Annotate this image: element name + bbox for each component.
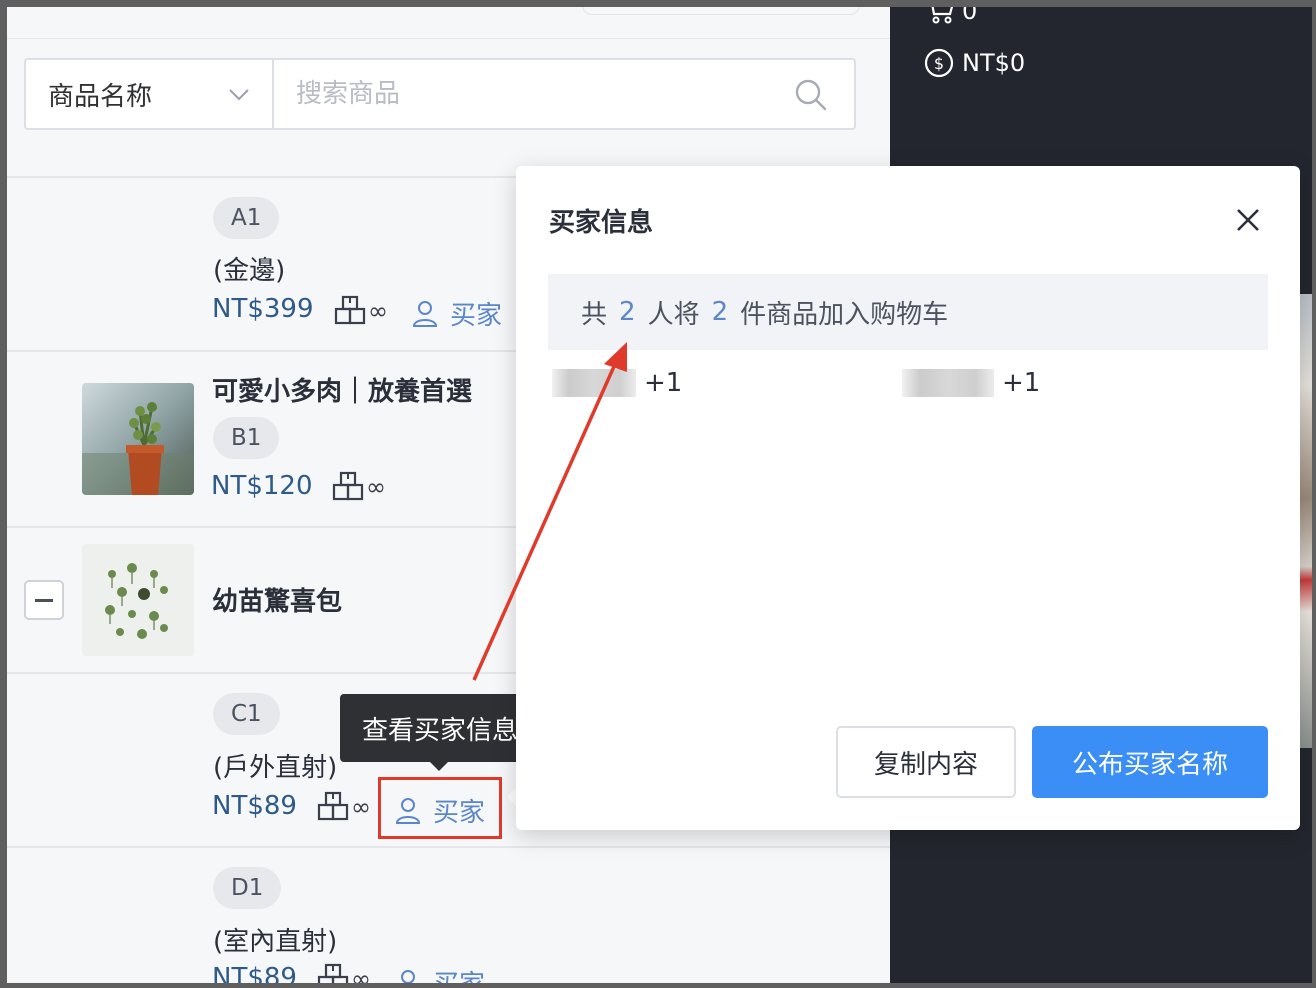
variant-badge: A1	[213, 197, 280, 239]
row-divider	[7, 846, 890, 848]
stock-indicator: ∞	[317, 963, 371, 983]
user-icon	[401, 969, 415, 983]
popover-caret	[507, 788, 516, 806]
balance-amount: NT$0	[962, 49, 1026, 77]
buyer-link-label: 买家	[433, 964, 485, 983]
product-thumbnail[interactable]	[82, 383, 194, 495]
publish-buyer-names-button[interactable]: 公布买家名称	[1032, 726, 1268, 798]
popover-title: 买家信息	[549, 208, 654, 238]
search-field-label: 商品名称	[48, 81, 153, 112]
variant-badge: C1	[213, 693, 280, 735]
variant-option: (室內直射)	[213, 927, 338, 957]
view-buyers-link[interactable]: 买家	[395, 964, 485, 983]
blurred-buyer-name	[552, 369, 636, 397]
potted-plant-image	[82, 383, 194, 495]
collapse-toggle-button[interactable]	[24, 580, 64, 620]
svg-text:$: $	[934, 54, 944, 73]
variant-option: (金邊)	[213, 256, 286, 286]
top-tab-edge	[582, 7, 860, 15]
buyer-entry: +1	[902, 368, 1040, 398]
summary-people-count: 2	[619, 297, 636, 327]
stock-indicator: ∞	[332, 471, 386, 503]
close-icon[interactable]	[1234, 206, 1262, 234]
stock-count: ∞	[368, 297, 388, 325]
seedlings-flatlay-image	[82, 544, 194, 656]
stock-indicator: ∞	[317, 791, 371, 823]
variant-price: NT$89	[212, 963, 297, 983]
dollar-coin-icon: $	[924, 48, 954, 78]
cart-icon	[930, 0, 955, 24]
buyer-quantity: +1	[1002, 368, 1041, 398]
user-icon	[412, 300, 438, 327]
variant-option: (戶外直射)	[213, 753, 338, 783]
boxes-icon	[317, 963, 349, 983]
stock-count: ∞	[351, 793, 371, 821]
background-photo-edge	[1299, 294, 1316, 748]
buyer-info-popover: 买家信息 共 2 人将 2 件商品加入购物车 +1 +1 复制内容 公布买家名称	[516, 166, 1300, 830]
buyer-entry: +1	[552, 368, 682, 398]
variant-price: NT$399	[212, 294, 314, 324]
summary-item-count: 2	[711, 297, 729, 327]
product-title: 可愛小多肉｜放養首選	[212, 377, 473, 407]
cart-summary[interactable]: 0	[922, 0, 977, 28]
search-icon[interactable]	[794, 78, 828, 112]
annotation-highlight-box	[378, 777, 502, 839]
product-thumbnail[interactable]	[82, 544, 194, 656]
tooltip: 查看买家信息	[340, 694, 540, 762]
boxes-icon	[332, 471, 364, 501]
cart-count: 0	[962, 0, 978, 25]
search-bar: 商品名称	[24, 58, 856, 130]
stock-indicator: ∞	[334, 295, 388, 327]
search-field-select[interactable]: 商品名称	[26, 60, 274, 128]
chevron-down-icon	[229, 89, 249, 101]
summary-middle: 人将	[647, 299, 700, 330]
variant-badge: B1	[213, 417, 280, 459]
buyer-summary: 共 2 人将 2 件商品加入购物车	[548, 274, 1268, 350]
stock-count: ∞	[351, 965, 371, 983]
summary-prefix: 共	[581, 299, 608, 330]
buyer-link-label: 买家	[450, 301, 503, 331]
variant-badge: D1	[213, 867, 282, 909]
view-buyers-link[interactable]: 买家	[412, 295, 502, 332]
boxes-icon	[317, 791, 349, 821]
divider	[7, 38, 890, 39]
boxes-icon	[334, 295, 366, 325]
summary-suffix: 件商品加入购物车	[740, 299, 949, 330]
variant-price: NT$120	[211, 471, 313, 501]
stock-count: ∞	[366, 473, 386, 501]
search-input[interactable]	[274, 60, 854, 128]
copy-content-button[interactable]: 复制内容	[836, 726, 1016, 798]
product-title: 幼苗驚喜包	[212, 587, 343, 617]
blurred-buyer-name	[902, 369, 994, 397]
variant-price: NT$89	[212, 791, 297, 821]
tooltip-arrow	[430, 762, 448, 771]
balance-summary: $ NT$0	[922, 46, 1025, 80]
buyer-quantity: +1	[644, 368, 683, 398]
